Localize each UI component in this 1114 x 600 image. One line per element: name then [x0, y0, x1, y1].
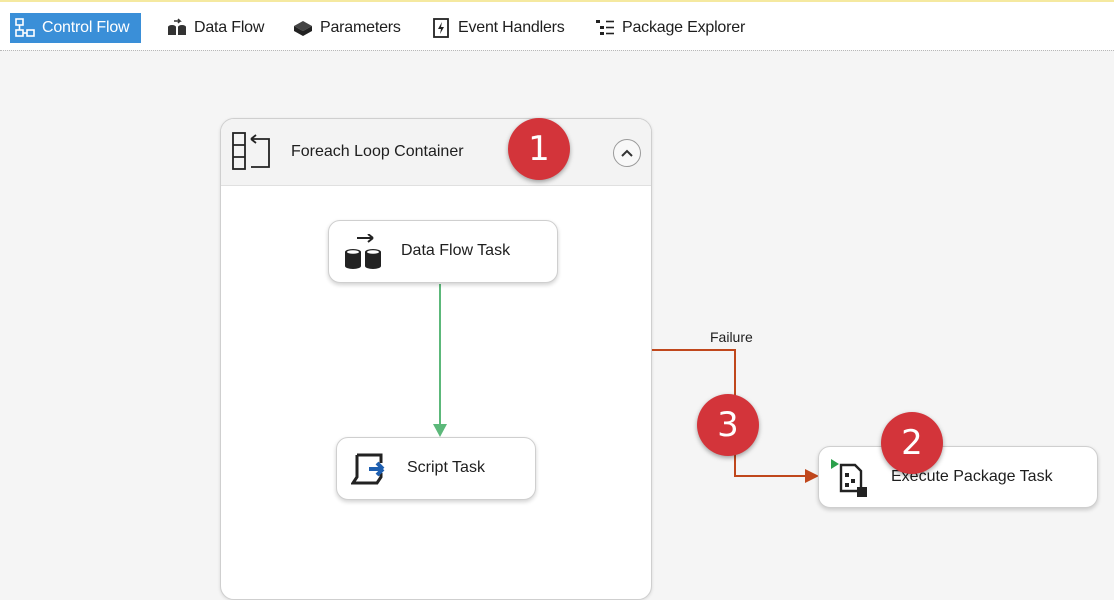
execute-package-task[interactable]: Execute Package Task — [818, 446, 1098, 508]
script-task[interactable]: Script Task — [336, 437, 536, 500]
failure-arrowhead — [805, 469, 819, 483]
task-label: Data Flow Task — [401, 242, 511, 259]
success-arrowhead — [433, 424, 447, 437]
failure-connector-label: Failure — [710, 329, 753, 345]
callout-badge-1: 1 — [508, 118, 570, 180]
execute-package-task-icon — [829, 457, 869, 497]
task-label: Script Task — [407, 459, 485, 476]
script-task-icon — [350, 451, 391, 487]
data-flow-task[interactable]: Data Flow Task — [328, 220, 558, 283]
callout-badge-2: 2 — [881, 412, 943, 474]
data-flow-task-icon — [343, 233, 383, 270]
callout-badge-3: 3 — [697, 394, 759, 456]
